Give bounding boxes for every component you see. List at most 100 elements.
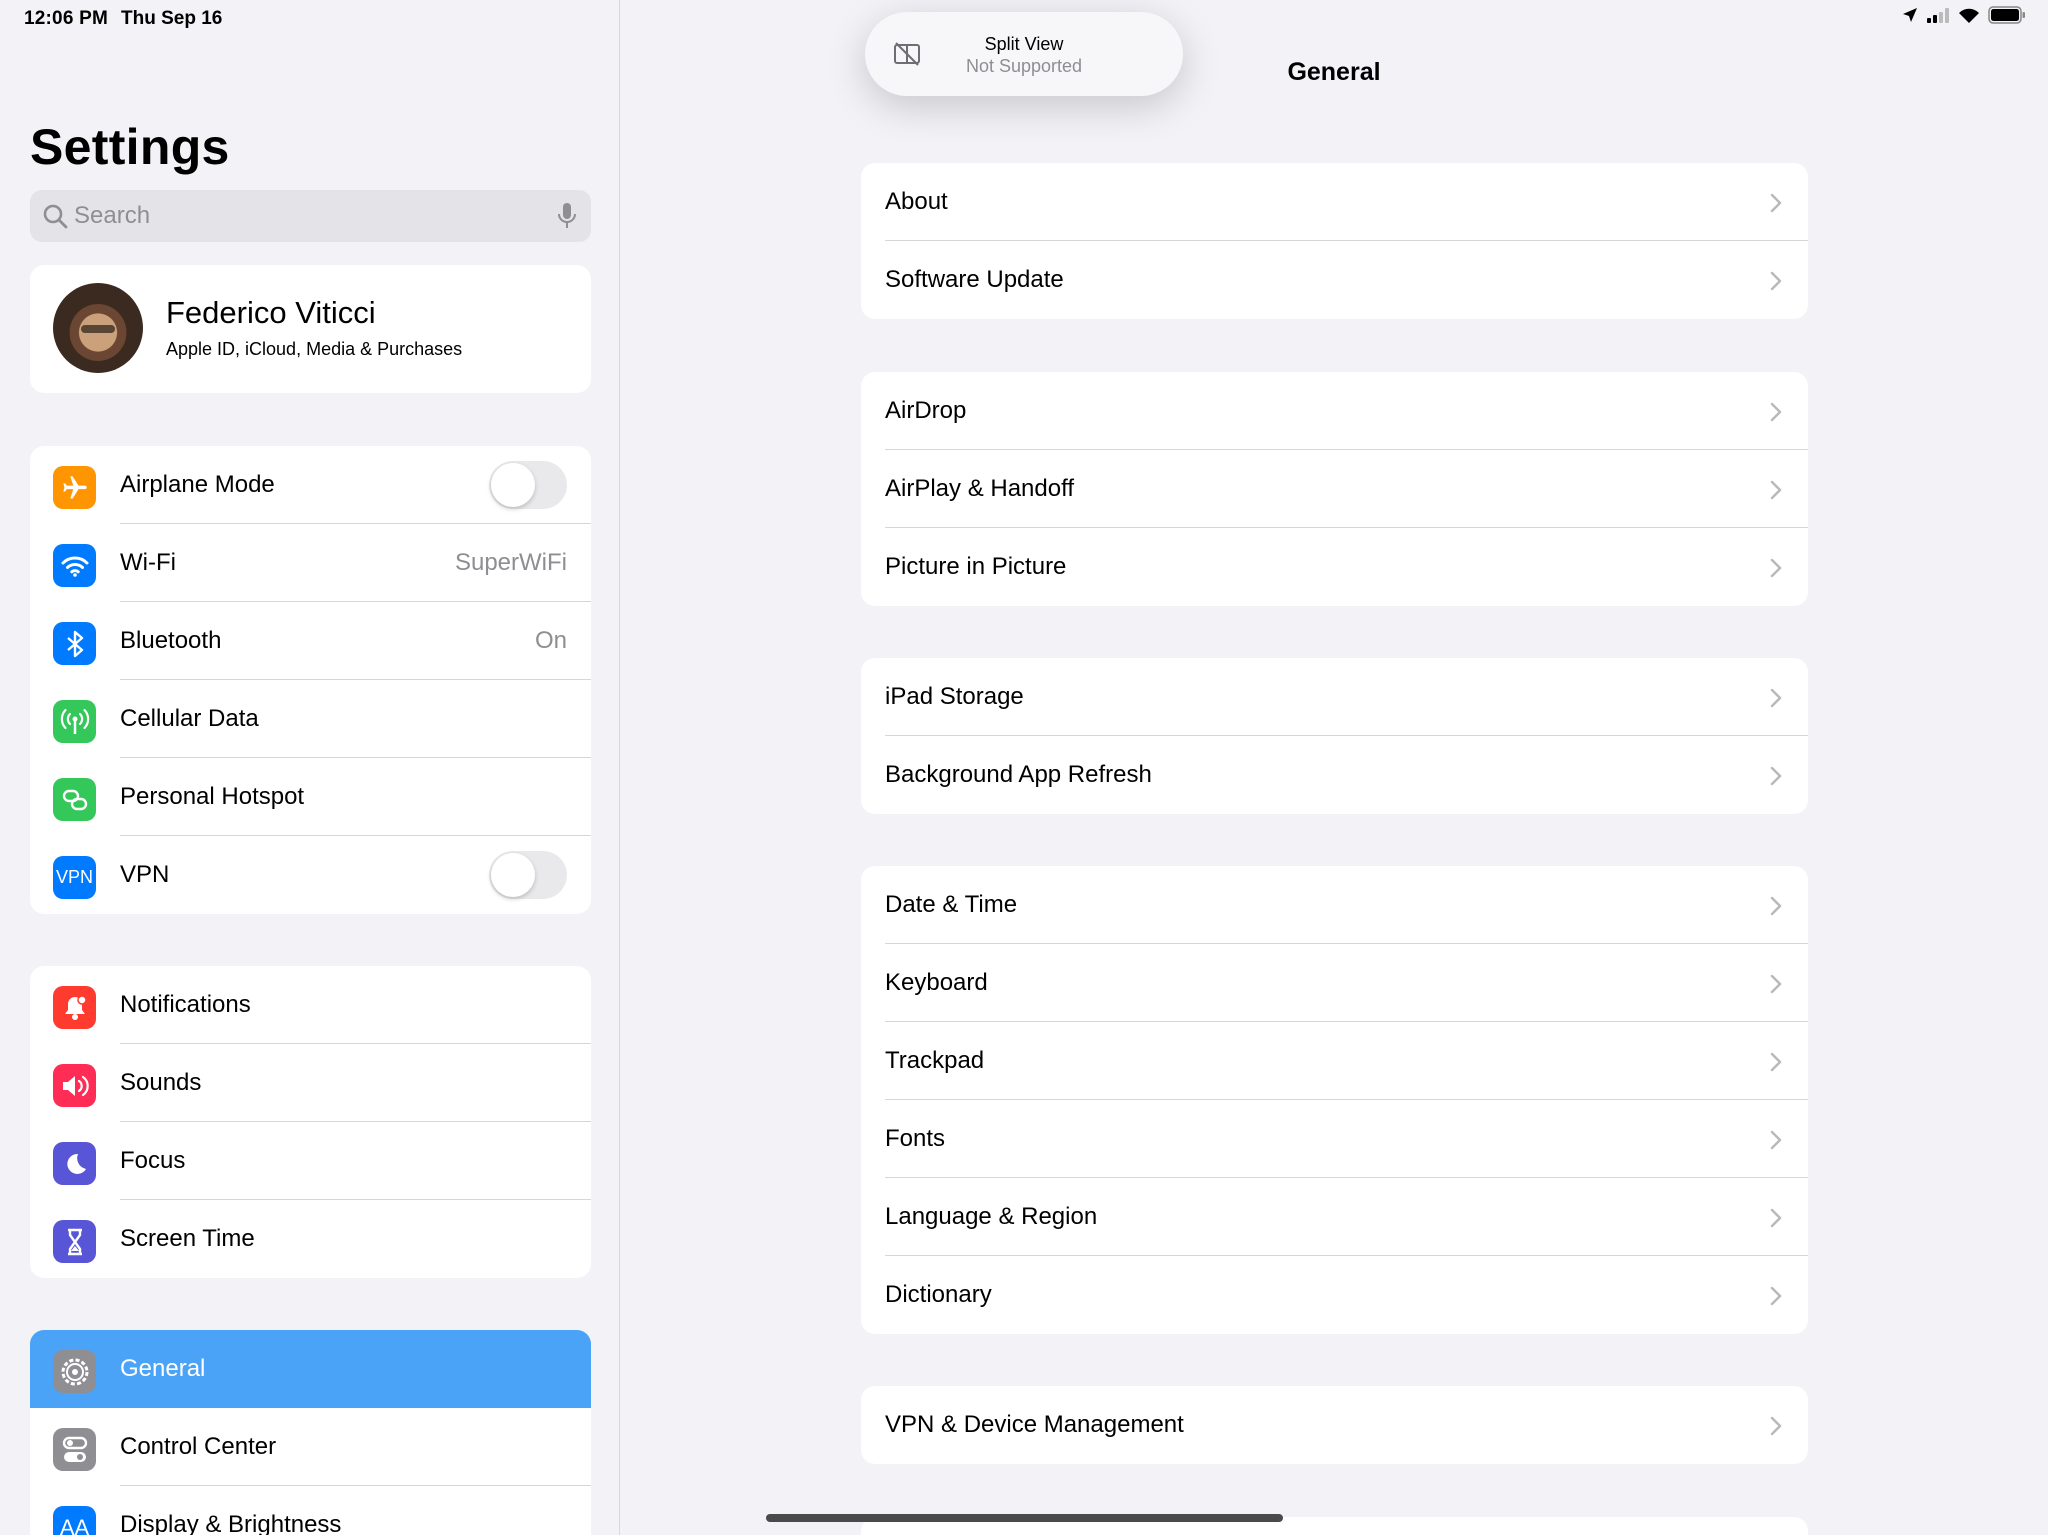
vpn-toggle[interactable] [489,851,567,899]
apple-id-card[interactable]: Federico Viticci Apple ID, iCloud, Media… [30,265,591,393]
text-size-icon: AA [53,1506,96,1535]
row-label: Trackpad [885,1047,985,1074]
status-time: 12:06 PM [24,8,108,29]
row-label: AirPlay & Handoff [885,475,1074,502]
wifi-status-icon [1958,7,1980,28]
chevron-right-icon [1770,688,1782,713]
switches-icon [53,1428,96,1471]
sidebar-item-wifi[interactable]: Wi-Fi SuperWiFi [30,524,591,602]
row-label: Dictionary [885,1281,992,1308]
sidebar-item-screen-time[interactable]: Screen Time [30,1200,591,1278]
row-fonts[interactable]: Fonts [861,1100,1808,1178]
location-icon [1902,7,1918,28]
row-about[interactable]: About [861,163,1808,241]
hotspot-icon [53,778,96,821]
settings-group-4: Date & Time Keyboard Trackpad Fonts Lang… [861,866,1808,1334]
sidebar-item-label: General [120,1355,206,1382]
sidebar-item-label: Wi-Fi [120,549,176,576]
sidebar: 12:06 PM Thu Sep 16 Settings Federico Vi… [0,0,620,1535]
row-date-time[interactable]: Date & Time [861,866,1808,944]
sidebar-item-notifications[interactable]: Notifications [30,966,591,1044]
sidebar-item-sounds[interactable]: Sounds [30,1044,591,1122]
sidebar-item-label: Screen Time [120,1225,255,1252]
row-ipad-storage[interactable]: iPad Storage [861,658,1808,736]
chevron-right-icon [1770,271,1782,296]
wifi-icon [53,544,96,587]
row-software-update[interactable]: Software Update [861,241,1808,319]
status-indicators [1902,6,2026,29]
microphone-icon[interactable] [557,202,577,235]
vpn-icon: VPN [53,856,96,899]
sidebar-item-vpn[interactable]: VPN VPN [30,836,591,914]
status-date: Thu Sep 16 [121,8,223,29]
sidebar-item-focus[interactable]: Focus [30,1122,591,1200]
row-label: About [885,188,948,215]
split-view-toast: Split View Not Supported [865,12,1183,96]
sidebar-item-label: Focus [120,1147,186,1174]
chevron-right-icon [1770,402,1782,427]
row-label: Keyboard [885,969,988,996]
bluetooth-icon [53,622,96,665]
row-background-app-refresh[interactable]: Background App Refresh [861,736,1808,814]
sidebar-item-general[interactable]: General [30,1330,591,1408]
row-label: iPad Storage [885,683,1024,710]
row-dictionary[interactable]: Dictionary [861,1256,1808,1334]
connectivity-group: Airplane Mode Wi-Fi SuperWiFi Bluetooth … [30,446,591,914]
ipad-screen: 12:06 PM Thu Sep 16 Settings Federico Vi… [0,0,2048,1535]
row-label: Date & Time [885,891,1018,918]
sidebar-item-bluetooth[interactable]: Bluetooth On [30,602,591,680]
chevron-right-icon [1770,766,1782,791]
chevron-right-icon [1770,1208,1782,1233]
wifi-network-value: SuperWiFi [454,549,567,576]
sidebar-item-label: Display & Brightness [120,1511,342,1535]
row-language-region[interactable]: Language & Region [861,1178,1808,1256]
chevron-right-icon [1770,1052,1782,1077]
sidebar-item-label: Airplane Mode [120,471,275,498]
antenna-icon [53,700,96,743]
profile-name: Federico Viticci [166,295,376,330]
detail-title: General [1287,58,1381,86]
row-airplay-handoff[interactable]: AirPlay & Handoff [861,450,1808,528]
general-group: General Control Center AA Display & Brig… [30,1330,591,1535]
settings-group-5: VPN & Device Management [861,1386,1808,1464]
settings-group-1: About Software Update [861,163,1808,319]
row-label: AirDrop [885,397,967,424]
search-bar[interactable] [30,190,591,242]
sidebar-item-label: Personal Hotspot [120,783,305,810]
row-label: Fonts [885,1125,946,1152]
gear-icon [53,1350,96,1393]
sidebar-item-personal-hotspot[interactable]: Personal Hotspot [30,758,591,836]
sidebar-item-label: VPN [120,861,170,888]
bluetooth-status-value: On [534,627,567,654]
home-indicator[interactable] [766,1514,1283,1522]
bell-icon [53,986,96,1029]
moon-icon [53,1142,96,1185]
airplane-mode-toggle[interactable] [489,461,567,509]
chevron-right-icon [1770,558,1782,583]
search-icon [42,203,68,234]
sidebar-item-display-brightness[interactable]: AA Display & Brightness [30,1486,591,1535]
chevron-right-icon [1770,1416,1782,1441]
chevron-right-icon [1770,193,1782,218]
sidebar-item-cellular-data[interactable]: Cellular Data [30,680,591,758]
row-vpn-device-management[interactable]: VPN & Device Management [861,1386,1808,1464]
row-label: Background App Refresh [885,761,1152,788]
row-keyboard[interactable]: Keyboard [861,944,1808,1022]
sidebar-item-airplane-mode[interactable]: Airplane Mode [30,446,591,524]
chevron-right-icon [1770,1286,1782,1311]
row-trackpad[interactable]: Trackpad [861,1022,1808,1100]
profile-subtitle: Apple ID, iCloud, Media & Purchases [166,339,463,359]
speaker-icon [53,1064,96,1107]
row-label: Language & Region [885,1203,1098,1230]
sidebar-item-label: Sounds [120,1069,202,1096]
sidebar-item-control-center[interactable]: Control Center [30,1408,591,1486]
search-input[interactable] [74,190,544,242]
row-picture-in-picture[interactable]: Picture in Picture [861,528,1808,606]
chevron-right-icon [1770,974,1782,999]
settings-group-3: iPad Storage Background App Refresh [861,658,1808,814]
toast-title: Split View [984,34,1064,54]
toast-subtitle: Not Supported [965,56,1083,76]
hourglass-icon [53,1220,96,1263]
airplane-icon [53,466,96,509]
row-airdrop[interactable]: AirDrop [861,372,1808,450]
